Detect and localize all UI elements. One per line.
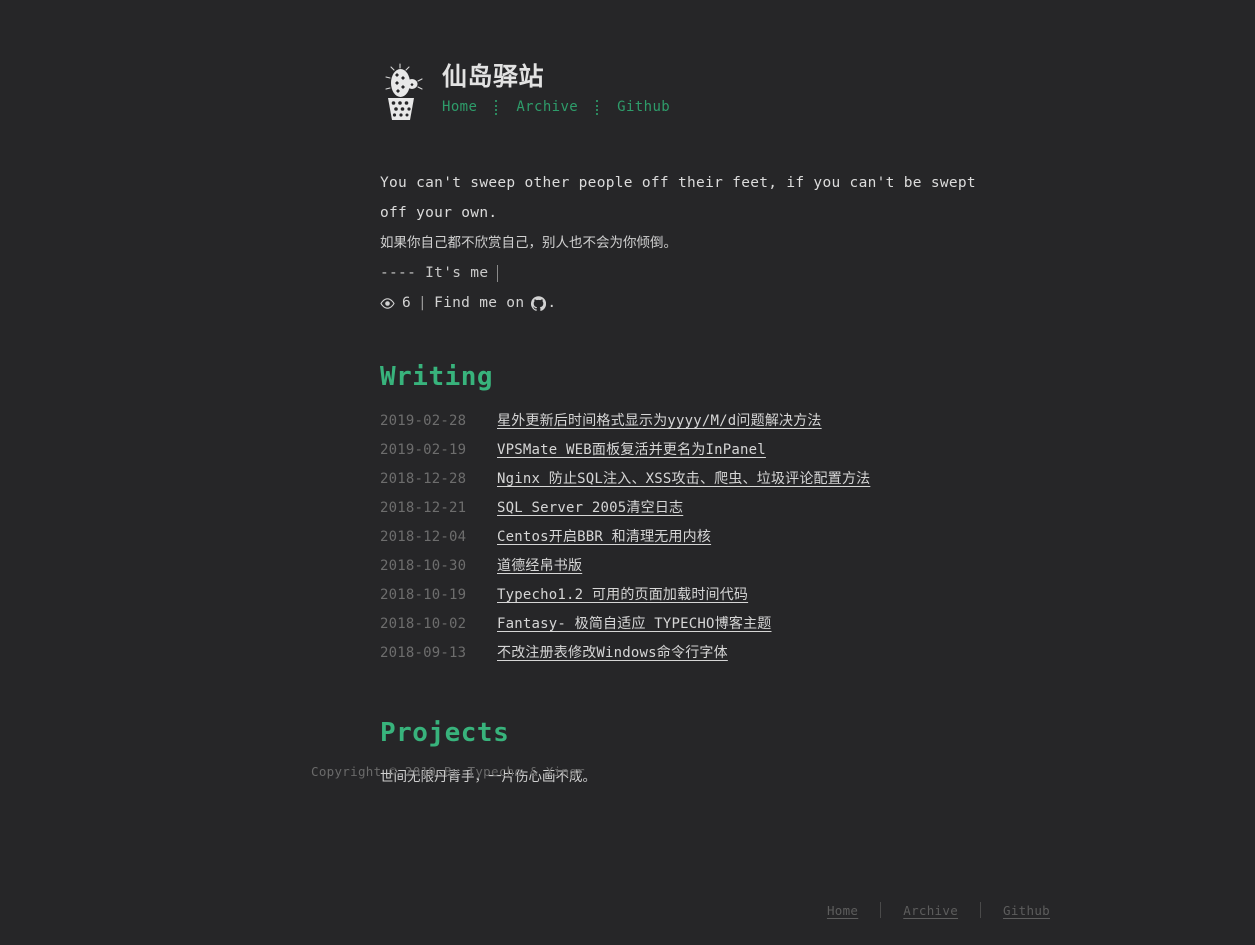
projects-section-title: Projects (380, 718, 510, 748)
quote-signature-text: ---- It's me (380, 265, 489, 281)
post-date: 2018-12-21 (380, 500, 467, 516)
quote-chinese: 如果你自己都不欣赏自己，别人也不会为你倾倒。 (380, 235, 677, 251)
eye-icon (380, 297, 395, 309)
post-link[interactable]: 星外更新后时间格式显示为yyyy/M/d问题解决方法 (497, 410, 822, 430)
views-count: 6 (402, 295, 412, 311)
quote-english: You can't sweep other people off their f… (380, 175, 976, 221)
page-root: 仙岛驿站 Home Archive Github You can't sweep… (0, 0, 1255, 945)
footer-link-archive[interactable]: Archive (903, 903, 958, 918)
site-header: 仙岛驿站 Home Archive Github (380, 62, 670, 124)
list-item: 2018-12-04 Centos开启BBR 和清理无用内核 (380, 526, 1060, 555)
post-link[interactable]: 不改注册表修改Windows命令行字体 (497, 642, 728, 662)
post-link[interactable]: VPSMate WEB面板复活并更名为InPanel (497, 439, 766, 459)
cactus-in-pot-icon (380, 62, 428, 124)
post-date: 2018-12-04 (380, 529, 467, 545)
post-link[interactable]: Fantasy- 极简自适应 TYPECHO博客主题 (497, 613, 772, 633)
list-item: 2019-02-19 VPSMate WEB面板复活并更名为InPanel (380, 439, 1060, 468)
list-item: 2018-12-28 Nginx 防止SQL注入、XSS攻击、爬虫、垃圾评论配置… (380, 468, 1060, 497)
find-me-period: . (547, 295, 557, 311)
site-title: 仙岛驿站 (442, 62, 545, 91)
footer-separator (880, 902, 882, 918)
list-item: 2018-09-13 不改注册表修改Windows命令行字体 (380, 642, 1060, 671)
footer-link-home[interactable]: Home (827, 903, 858, 918)
list-item: 2018-10-30 道德经帛书版 (380, 555, 1060, 584)
post-link[interactable]: Centos开启BBR 和清理无用内核 (497, 526, 711, 546)
post-date: 2018-10-19 (380, 587, 467, 603)
github-icon[interactable] (531, 295, 547, 311)
writing-post-list: 2019-02-28 星外更新后时间格式显示为yyyy/M/d问题解决方法 20… (380, 410, 1060, 671)
post-link[interactable]: 道德经帛书版 (497, 555, 582, 575)
list-item: 2018-10-19 Typecho1.2 可用的页面加载时间代码 (380, 584, 1060, 613)
footer-links: Home Archive Github (827, 902, 1050, 918)
nav-item-archive[interactable]: Archive (516, 98, 578, 116)
meta-separator: | (418, 295, 428, 311)
nav-separator (495, 99, 498, 115)
find-me-label: Find me on (434, 295, 525, 311)
nav-item-home[interactable]: Home (442, 98, 477, 116)
post-date: 2019-02-28 (380, 413, 467, 429)
list-item: 2018-12-21 SQL Server 2005清空日志 (380, 497, 1060, 526)
brand-block: 仙岛驿站 Home Archive Github (442, 62, 670, 116)
nav-item-github[interactable]: Github (617, 98, 670, 116)
post-link[interactable]: SQL Server 2005清空日志 (497, 497, 683, 517)
post-date: 2019-02-19 (380, 442, 467, 458)
quote-block: You can't sweep other people off their f… (380, 168, 980, 318)
list-item: 2018-10-02 Fantasy- 极简自适应 TYPECHO博客主题 (380, 613, 1060, 642)
text-cursor (497, 264, 499, 282)
post-date: 2018-12-28 (380, 471, 467, 487)
quote-signature: ---- It's me (380, 258, 980, 288)
main-nav: Home Archive Github (442, 98, 670, 116)
footer-separator (980, 902, 982, 918)
writing-section-title: Writing (380, 362, 494, 392)
footer-copyright: Copyright © 2019 By Typecho & Xingr (311, 764, 585, 779)
list-item: 2019-02-28 星外更新后时间格式显示为yyyy/M/d问题解决方法 (380, 410, 1060, 439)
post-date: 2018-10-02 (380, 616, 467, 632)
quote-meta-row: 6 | Find me on . (380, 288, 980, 318)
footer-link-github[interactable]: Github (1003, 903, 1050, 918)
post-link[interactable]: Typecho1.2 可用的页面加载时间代码 (497, 584, 748, 604)
nav-separator (596, 99, 599, 115)
post-link[interactable]: Nginx 防止SQL注入、XSS攻击、爬虫、垃圾评论配置方法 (497, 468, 870, 488)
post-date: 2018-10-30 (380, 558, 467, 574)
post-date: 2018-09-13 (380, 645, 467, 661)
